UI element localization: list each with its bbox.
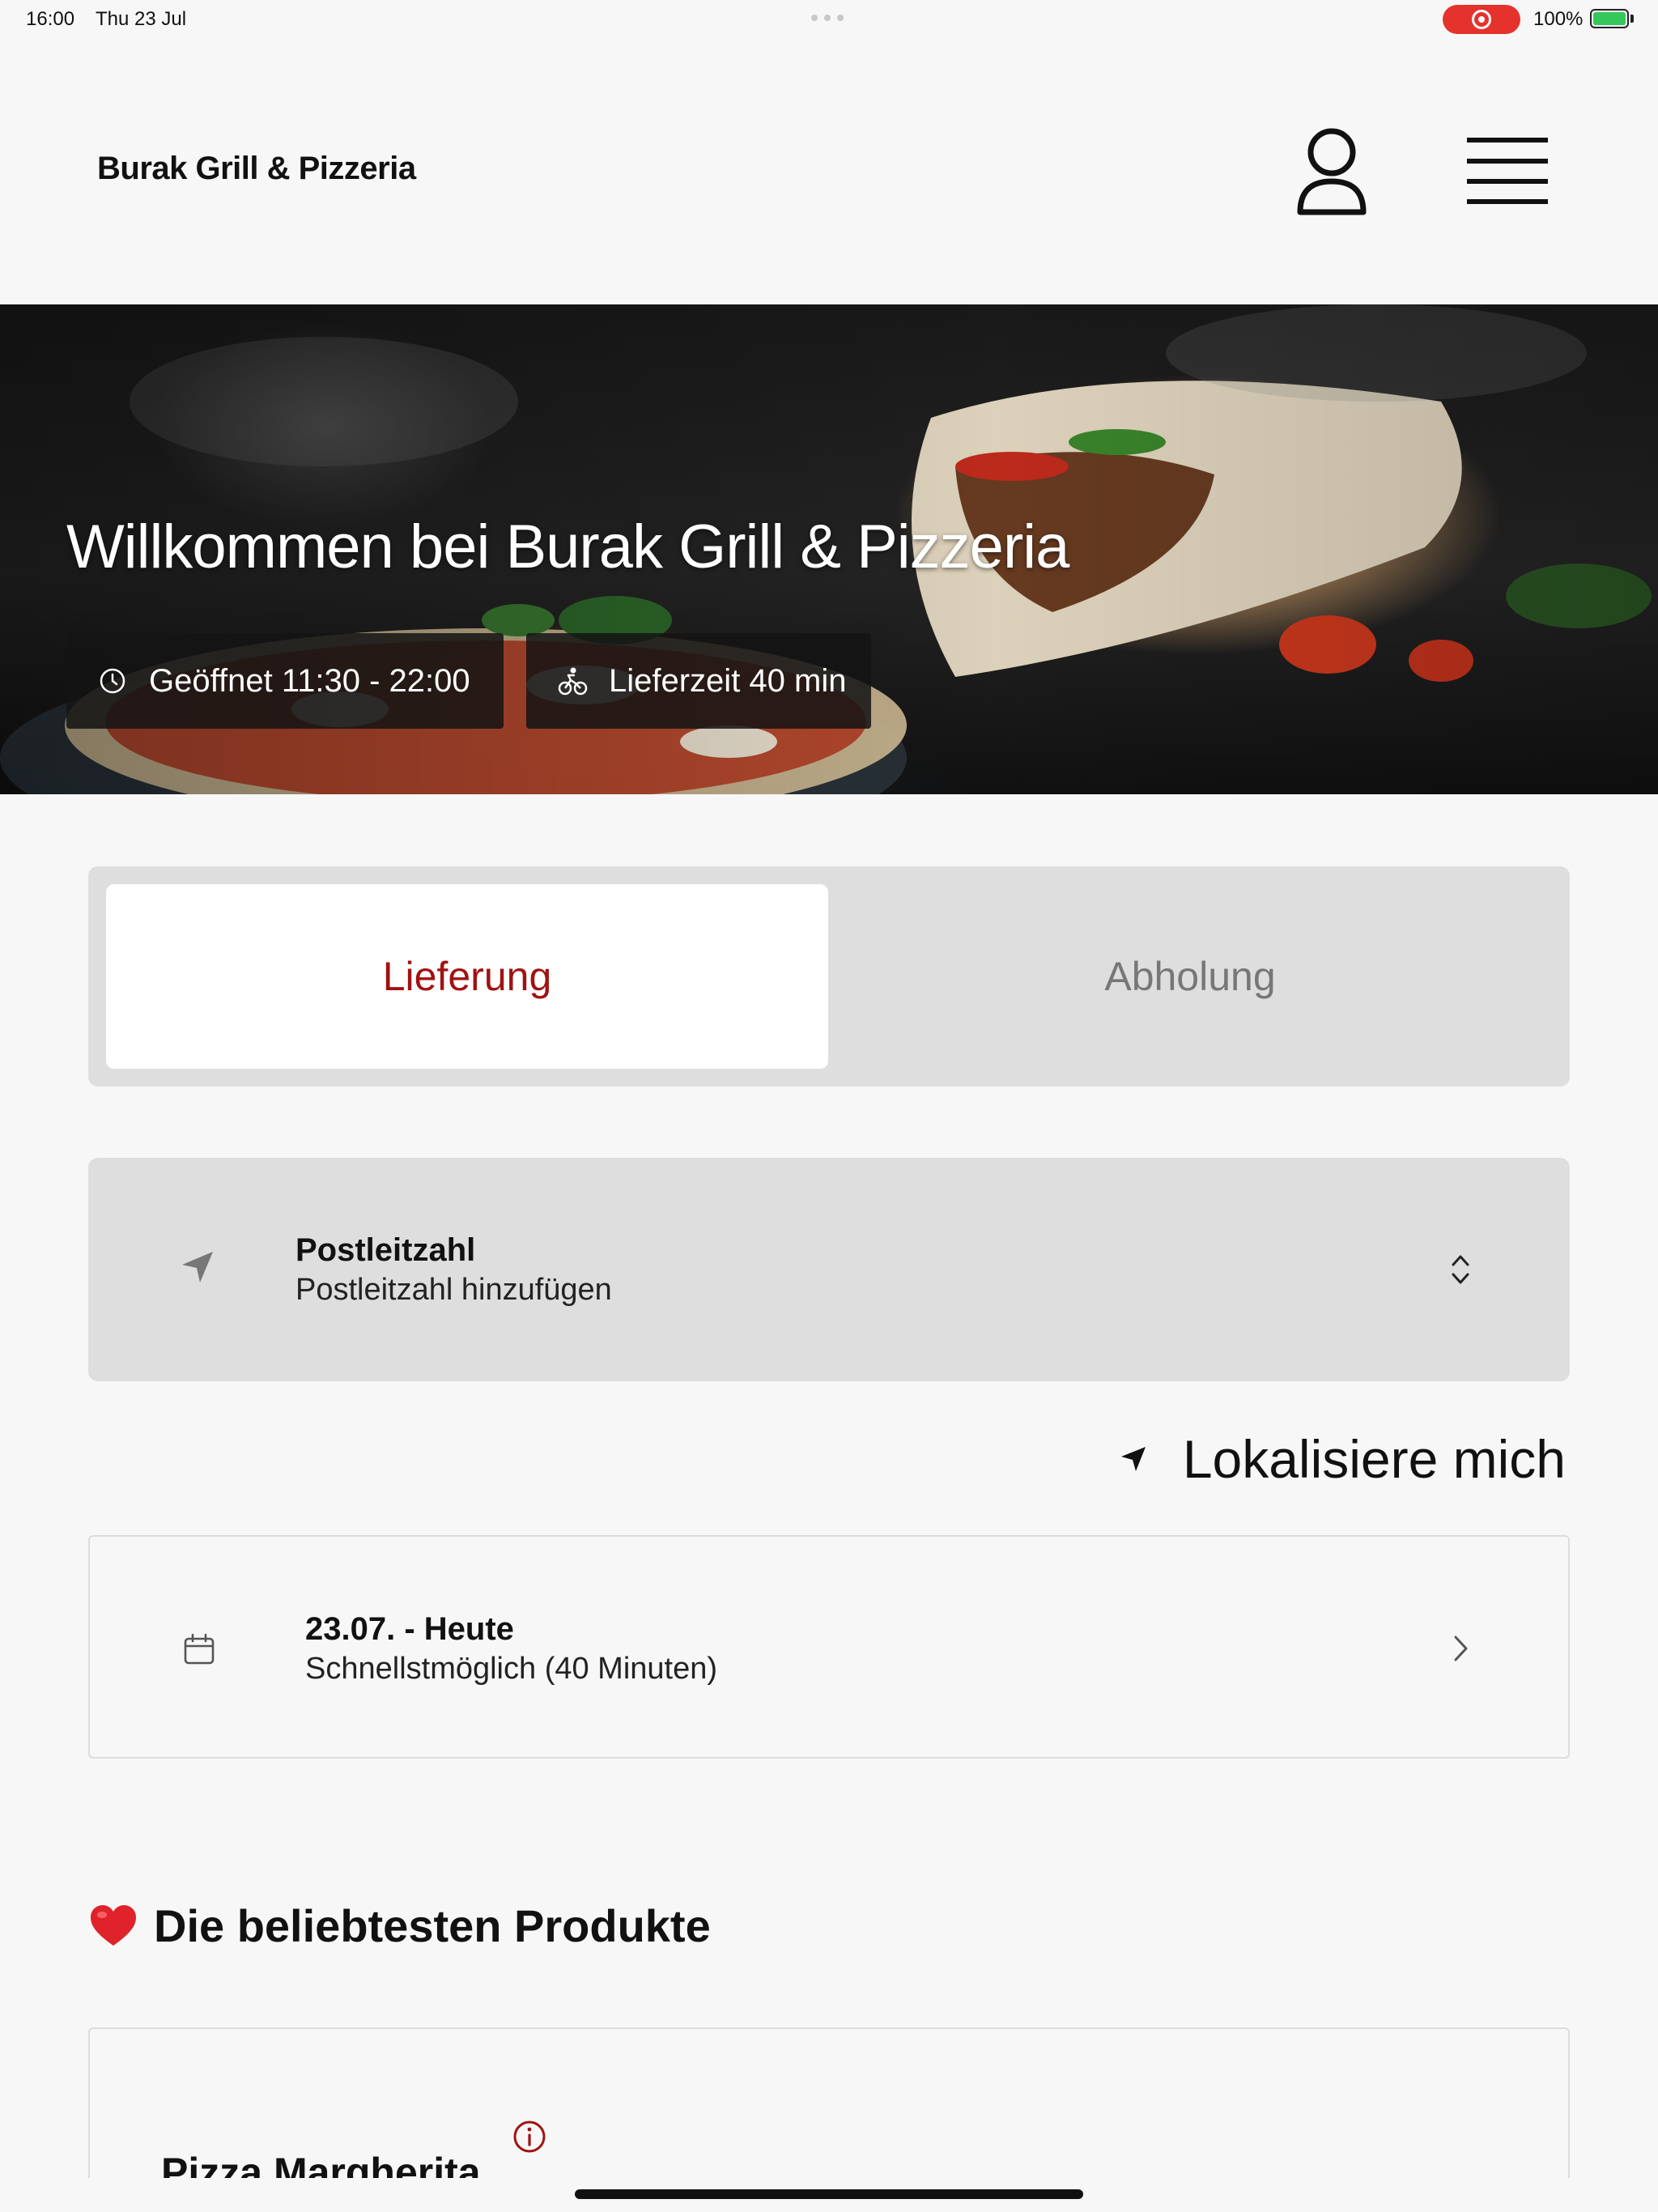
chevron-up-down-icon (1452, 1255, 1469, 1284)
opening-hours-text: Geöffnet 11:30 - 22:00 (149, 662, 470, 699)
postcode-selector[interactable]: Postleitzahl Postleitzahl hinzufügen (88, 1158, 1570, 1381)
tab-delivery[interactable]: Lieferung (106, 884, 828, 1069)
popular-products-title: Die beliebtesten Produkte (154, 1900, 711, 1951)
delivery-time-text: Lieferzeit 40 min (609, 662, 847, 699)
locate-me-button[interactable]: Lokalisiere mich (1120, 1427, 1566, 1491)
brand-title[interactable]: Burak Grill & Pizzeria (97, 151, 416, 187)
hamburger-menu-icon[interactable] (1467, 136, 1548, 206)
bike-icon (558, 667, 588, 696)
status-bar: 16:00 Thu 23 Jul 100% (0, 0, 1658, 39)
multitasking-dots[interactable] (811, 15, 847, 21)
popular-products-heading: Die beliebtesten Produkte (89, 1899, 711, 1952)
selected-date: 23.07. - Heute (305, 1611, 514, 1647)
opening-hours-badge: Geöffnet 11:30 - 22:00 (66, 633, 504, 729)
selected-time: Schnellstmöglich (40 Minuten) (305, 1652, 718, 1686)
order-mode-toggle: Lieferung Abholung (88, 866, 1570, 1087)
hero-title: Willkommen bei Burak Grill & Pizzeria (66, 513, 1069, 581)
locate-me-label: Lokalisiere mich (1182, 1429, 1566, 1489)
calendar-icon (184, 1633, 215, 1665)
location-arrow-icon (1120, 1447, 1146, 1471)
clock-icon (100, 668, 125, 694)
info-icon[interactable] (512, 2120, 546, 2154)
app-screen: 16:00 Thu 23 Jul 100% Burak Grill & Pizz… (0, 0, 1658, 2212)
delivery-time-badge: Lieferzeit 40 min (526, 633, 871, 729)
screen-recording-indicator[interactable] (1443, 5, 1520, 34)
chevron-right-icon (1454, 1636, 1468, 1661)
delivery-time-selector[interactable]: 23.07. - Heute Schnellstmöglich (40 Minu… (88, 1535, 1570, 1759)
battery-icon (1590, 9, 1629, 28)
tab-pickup[interactable]: Abholung (828, 884, 1552, 1069)
heart-icon (91, 1904, 136, 1946)
status-date: Thu 23 Jul (96, 8, 187, 30)
status-time: 16:00 (26, 8, 75, 30)
user-icon[interactable] (1295, 128, 1368, 219)
home-indicator[interactable] (575, 2189, 1083, 2199)
postcode-placeholder: Postleitzahl hinzufügen (295, 1273, 612, 1307)
postcode-label: Postleitzahl (295, 1232, 476, 1268)
battery-percent: 100% (1533, 8, 1584, 30)
location-arrow-icon (182, 1252, 213, 1283)
hero-banner: Willkommen bei Burak Grill & Pizzeria Ge… (0, 304, 1658, 794)
